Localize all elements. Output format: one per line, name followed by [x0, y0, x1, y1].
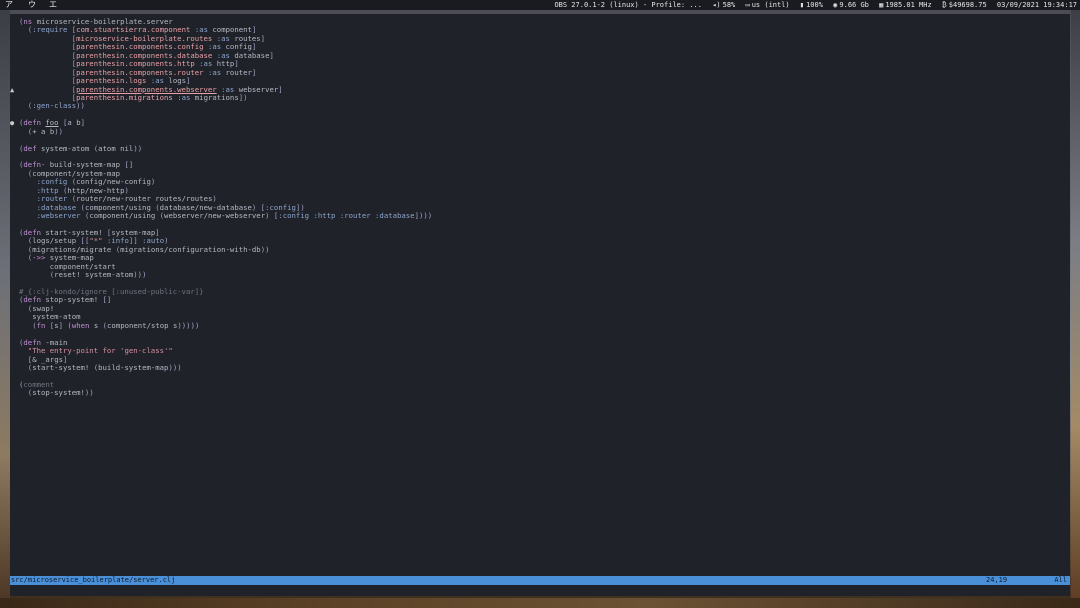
- wallpaper-right: [1071, 0, 1080, 608]
- code-line[interactable]: (defn- build-system-map []: [10, 161, 1070, 169]
- memory-status: 9.66 Gb: [839, 1, 869, 9]
- editor-window[interactable]: (ns microservice-boilerplate.server (:re…: [10, 14, 1070, 596]
- battery-icon: ▮: [799, 1, 805, 9]
- wallpaper-bottom: [0, 598, 1080, 608]
- datetime[interactable]: 03/09/2021 19:34:17: [997, 1, 1077, 9]
- code-line[interactable]: (def system-atom (atom nil)): [10, 143, 1070, 153]
- code-text: (+ a b)): [27, 126, 64, 136]
- scroll-indicator: All: [1054, 576, 1067, 584]
- code-line[interactable]: (stop-system!)): [10, 389, 1070, 397]
- code-line[interactable]: component/start: [10, 262, 1070, 271]
- code-line[interactable]: (defn start-system! [system-map]: [10, 228, 1070, 237]
- code-line[interactable]: [parenthesin.migrations :as migrations]): [10, 93, 1070, 102]
- workspace-3[interactable]: エ: [49, 0, 57, 10]
- diagnostic-marker-icon: ●: [10, 119, 15, 128]
- code-text: (def system-atom (atom nil)): [19, 143, 143, 153]
- keyboard-icon: ▭: [745, 1, 750, 9]
- workspace-2[interactable]: ウ: [28, 0, 36, 10]
- code-text: (fn [s] (when s (component/stop s))))): [32, 320, 200, 330]
- code-line[interactable]: [10, 111, 1070, 119]
- code-line[interactable]: (migrations/migrate (migrations/configur…: [10, 245, 1070, 254]
- code-text: (:gen-class)): [27, 101, 85, 111]
- volume-status[interactable]: 58%: [723, 1, 736, 9]
- code-line[interactable]: :config (config/new-config): [10, 178, 1070, 186]
- workspace-1[interactable]: ア: [5, 0, 13, 10]
- code-line[interactable]: [10, 330, 1070, 338]
- code-text: :webserver (component/using (webserver/n…: [36, 211, 433, 221]
- memory-icon: ◉: [833, 1, 838, 9]
- code-line[interactable]: (swap!: [10, 304, 1070, 313]
- code-text: (start-system! (build-system-map))): [27, 362, 182, 372]
- code-line[interactable]: "The entry-point for 'gen-class'": [10, 346, 1070, 355]
- code-line[interactable]: ● (defn foo [a b]: [10, 119, 1070, 128]
- code-line[interactable]: (->> system-map: [10, 254, 1070, 262]
- file-path: src/microservice_boilerplate/server.clj: [11, 576, 176, 584]
- code-line[interactable]: (start-system! (build-system-map))): [10, 362, 1070, 372]
- system-top-bar: ア ウ エ OBS 27.0.1-2 (linux) - Profile: ..…: [0, 0, 1080, 10]
- cursor-position: 24,19: [986, 576, 1008, 584]
- code-line[interactable]: [10, 372, 1070, 380]
- code-line[interactable]: (reset! system-atom))): [10, 270, 1070, 280]
- battery-status: 100%: [806, 1, 823, 9]
- code-line[interactable]: #_{:clj-kondo/ignore [:unused-public-var…: [10, 287, 1070, 296]
- code-line[interactable]: (comment: [10, 380, 1070, 389]
- status-area: OBS 27.0.1-2 (linux) - Profile: ... ◂) 58…: [548, 0, 1077, 10]
- wallpaper-left: [0, 0, 10, 608]
- code-line[interactable]: (:gen-class)): [10, 102, 1070, 110]
- code-line[interactable]: :webserver (component/using (webserver/n…: [10, 211, 1070, 221]
- cpu-icon: ▦: [879, 1, 884, 9]
- code-line[interactable]: (defn stop-system! []: [10, 296, 1070, 304]
- warning-marker-icon: ▲: [10, 85, 15, 94]
- cpu-status: 1985.01 MHz: [885, 1, 932, 9]
- code-line[interactable]: [10, 221, 1070, 229]
- editor-statusline: src/microservice_boilerplate/server.clj …: [10, 576, 1070, 585]
- keyboard-layout[interactable]: us (intl): [752, 1, 790, 9]
- code-area[interactable]: (ns microservice-boilerplate.server (:re…: [10, 17, 1070, 398]
- obs-status[interactable]: OBS 27.0.1-2 (linux) - Profile: ...: [554, 1, 702, 9]
- code-line[interactable]: (+ a b)): [10, 126, 1070, 136]
- code-line[interactable]: [10, 136, 1070, 144]
- code-line[interactable]: [10, 153, 1070, 161]
- code-text: (reset! system-atom))): [49, 270, 147, 280]
- code-text: (stop-system!)): [27, 388, 94, 398]
- code-line[interactable]: (component/system-map: [10, 169, 1070, 178]
- volume-icon: ◂): [712, 1, 721, 9]
- price-status: $49698.75: [948, 1, 987, 9]
- bitcoin-icon: ₿: [941, 1, 947, 9]
- code-line[interactable]: (fn [s] (when s (component/stop s))))): [10, 320, 1070, 330]
